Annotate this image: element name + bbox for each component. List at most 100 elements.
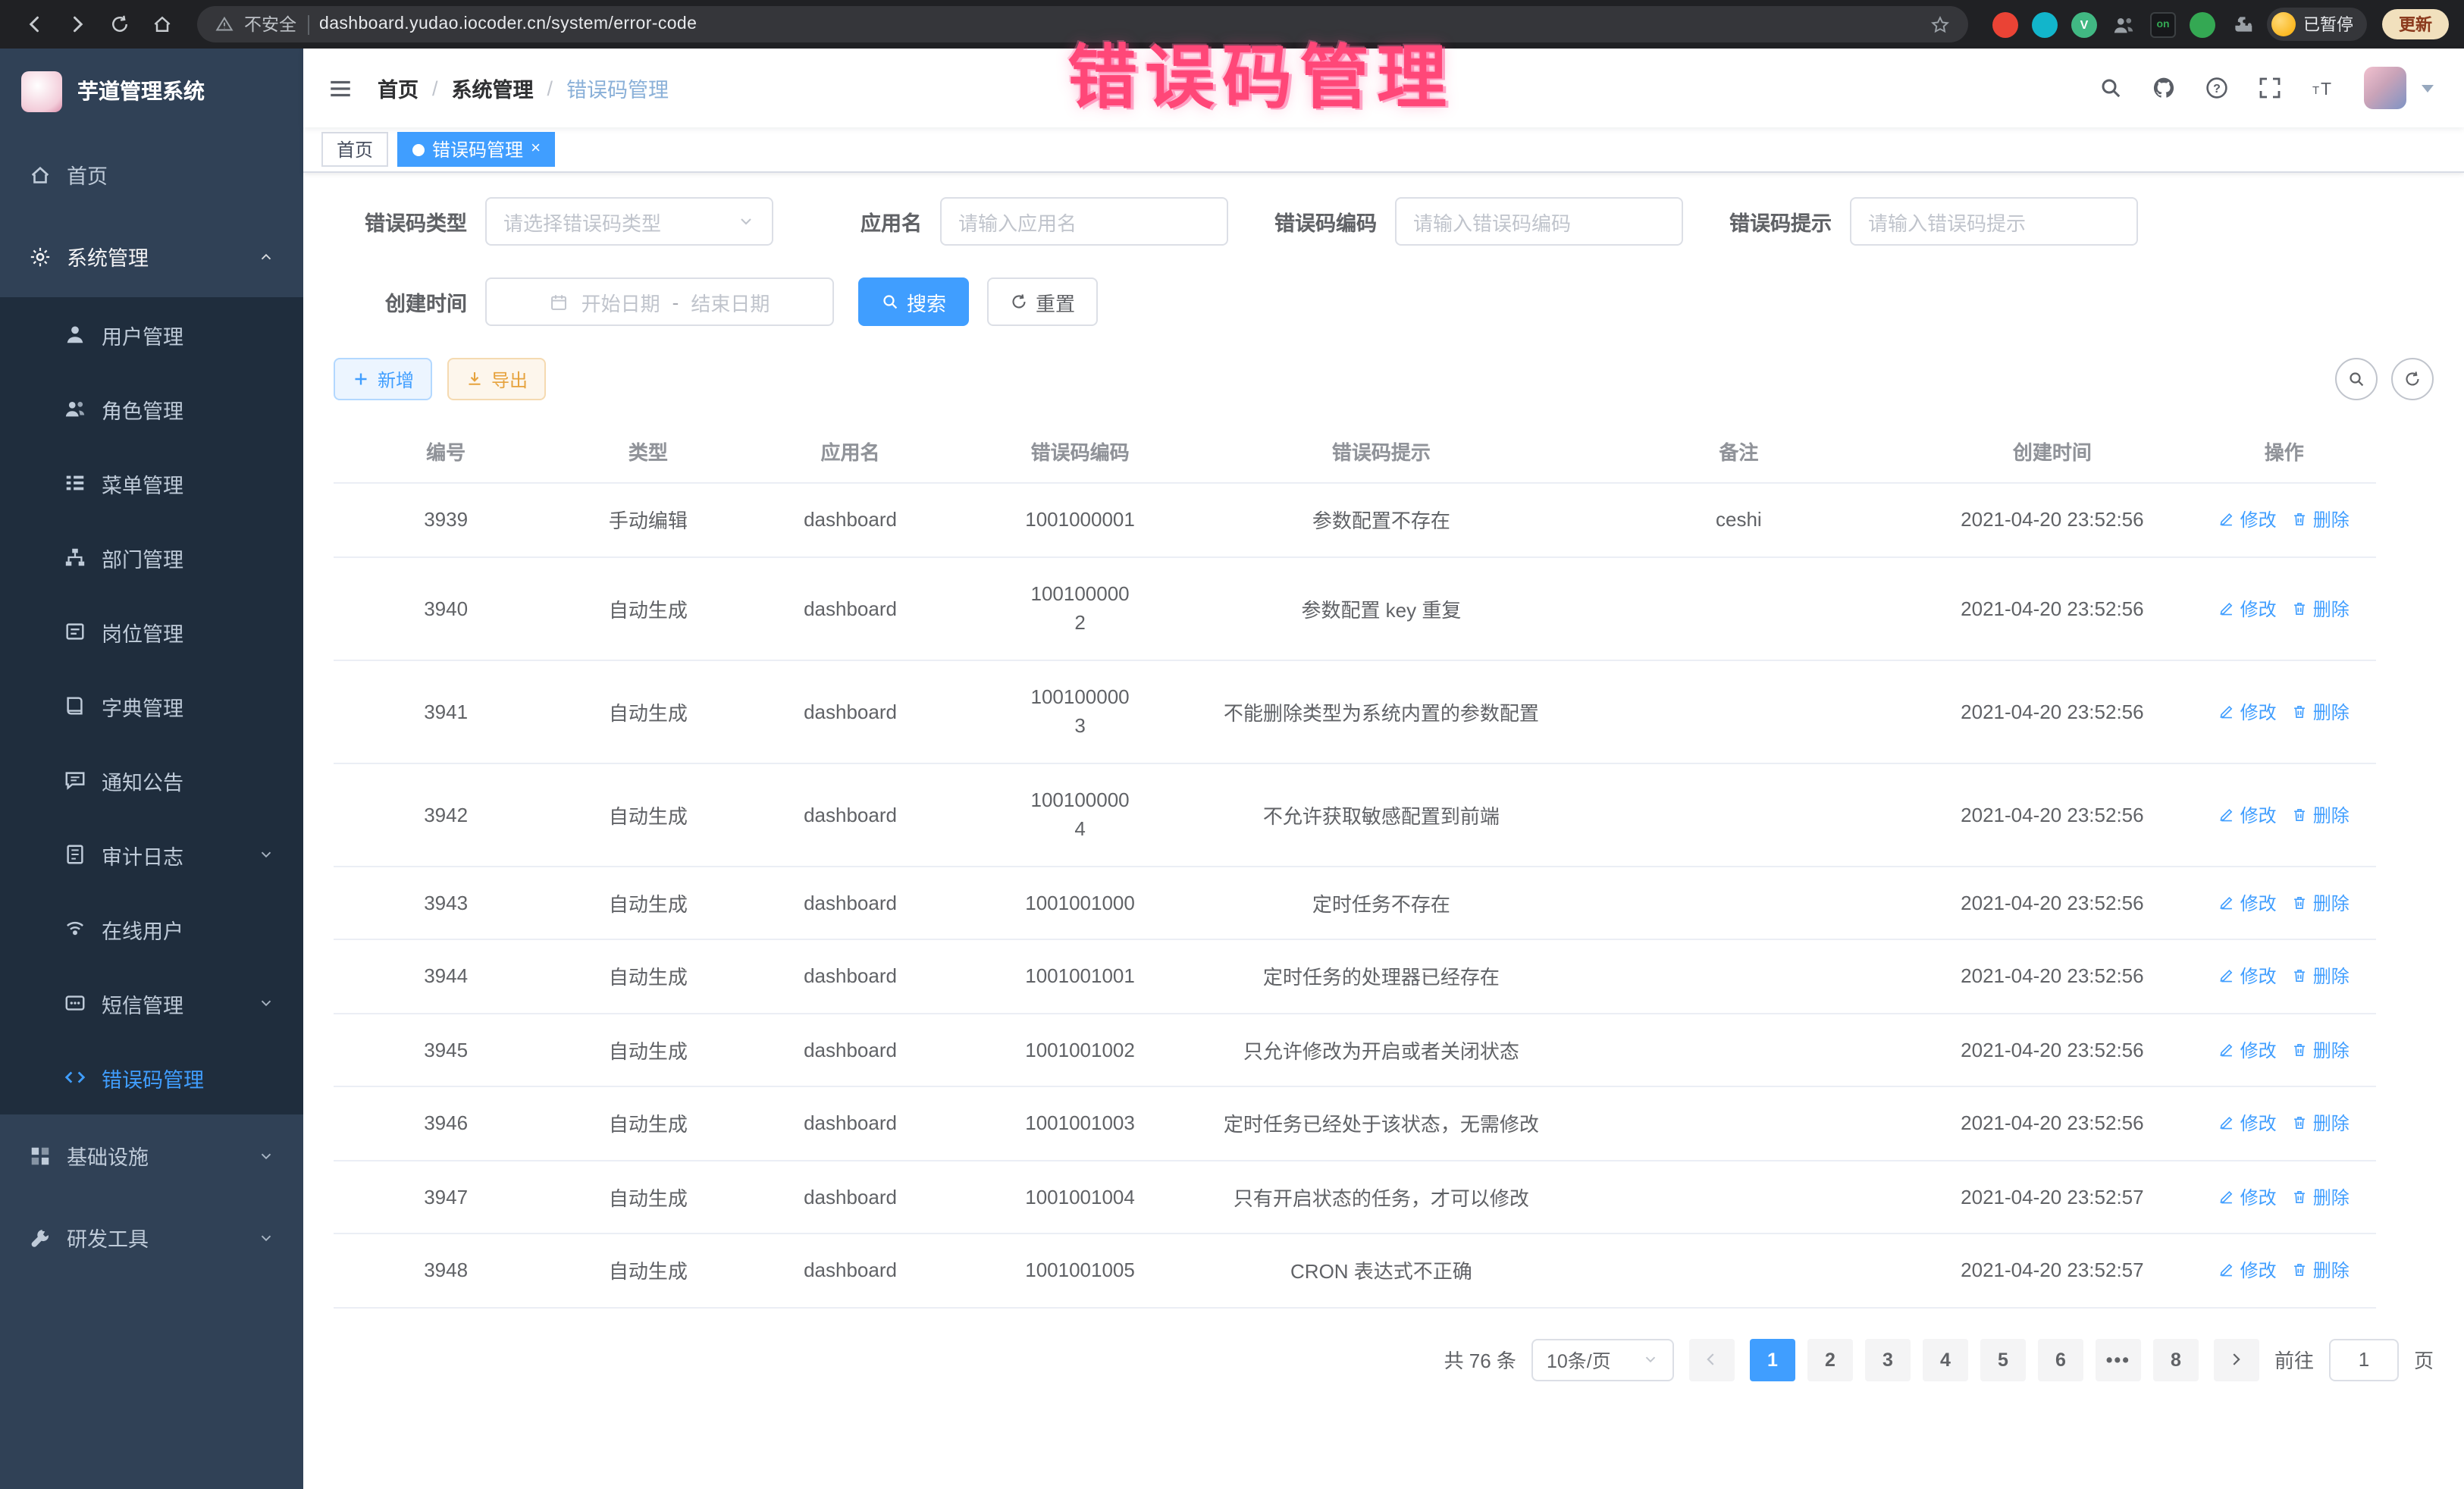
delete-link[interactable]: 删除: [2292, 1184, 2350, 1210]
table-toolbar: 新增 导出: [334, 358, 2434, 400]
sidebar-item-label: 在线用户: [102, 914, 183, 944]
delete-link[interactable]: 删除: [2292, 507, 2350, 533]
error-type-select[interactable]: 请选择错误码类型: [485, 197, 773, 246]
prev-page-button[interactable]: [1689, 1338, 1735, 1381]
sidebar-item-message[interactable]: 通知公告: [0, 743, 303, 817]
breadcrumb-separator: /: [547, 77, 553, 99]
sidebar-item-dict[interactable]: 字典管理: [0, 669, 303, 743]
delete-link[interactable]: 删除: [2292, 595, 2350, 621]
next-page-button[interactable]: [2214, 1338, 2259, 1381]
sidebar-item-log[interactable]: 审计日志: [0, 817, 303, 892]
edit-link[interactable]: 修改: [2219, 698, 2277, 724]
edit-link[interactable]: 修改: [2219, 1037, 2277, 1063]
reset-button[interactable]: 重置: [987, 277, 1098, 326]
edit-link[interactable]: 修改: [2219, 1184, 2277, 1210]
delete-link[interactable]: 删除: [2292, 1037, 2350, 1063]
filter-time-label: 创建时间: [334, 287, 485, 317]
sidebar-item-tree-table[interactable]: 菜单管理: [0, 446, 303, 520]
error-hint-input[interactable]: 请输入错误码提示: [1850, 197, 2138, 246]
tab-error-code[interactable]: 错误码管理 ×: [397, 132, 556, 167]
start-date-placeholder: 开始日期: [582, 287, 660, 316]
update-button[interactable]: 更新: [2382, 9, 2449, 39]
sidebar-item-home[interactable]: 首页: [0, 133, 303, 215]
fullscreen-icon[interactable]: [2258, 76, 2282, 100]
vue-devtools-icon[interactable]: V: [2071, 11, 2097, 37]
profile-paused-chip[interactable]: 已暂停: [2267, 8, 2367, 41]
delete-link[interactable]: 删除: [2292, 890, 2350, 916]
github-icon[interactable]: [2152, 76, 2176, 100]
page-button-5[interactable]: 5: [1980, 1338, 2026, 1381]
error-code-input[interactable]: 请输入错误码编码: [1395, 197, 1683, 246]
edit-icon: [2219, 1262, 2236, 1279]
edit-link[interactable]: 修改: [2219, 1111, 2277, 1136]
export-button[interactable]: 导出: [447, 358, 546, 400]
page-button-3[interactable]: 3: [1865, 1338, 1911, 1381]
sidebar-item-tree[interactable]: 部门管理: [0, 520, 303, 594]
delete-link[interactable]: 删除: [2292, 801, 2350, 827]
forward-icon[interactable]: [58, 5, 97, 44]
page-button-1[interactable]: 1: [1750, 1338, 1795, 1381]
extension-icon-people[interactable]: [2111, 11, 2136, 37]
cell-remark: [1565, 1086, 1912, 1160]
edit-link[interactable]: 修改: [2219, 801, 2277, 827]
extensions-menu-icon[interactable]: [2229, 11, 2255, 37]
edit-link[interactable]: 修改: [2219, 507, 2277, 533]
font-size-icon[interactable]: TT: [2311, 76, 2335, 100]
page-button-4[interactable]: 4: [1923, 1338, 1968, 1381]
toggle-search-button[interactable]: [2335, 358, 2378, 400]
delete-link[interactable]: 删除: [2292, 964, 2350, 989]
plus-icon: [352, 370, 370, 388]
pager-more-button[interactable]: •••: [2096, 1338, 2141, 1381]
breadcrumb-home[interactable]: 首页: [378, 73, 419, 103]
sidebar-item-code[interactable]: 错误码管理: [0, 1040, 303, 1114]
edit-link[interactable]: 修改: [2219, 964, 2277, 989]
home-icon[interactable]: [143, 5, 182, 44]
delete-link[interactable]: 删除: [2292, 1258, 2350, 1284]
page-button-6[interactable]: 6: [2038, 1338, 2083, 1381]
extension-icon-teal[interactable]: [2032, 11, 2058, 37]
address-bar[interactable]: 不安全 dashboard.yudao.iocoder.cn/system/er…: [197, 6, 1968, 42]
goto-page-input[interactable]: [2329, 1338, 2399, 1381]
extension-icon-red[interactable]: [1992, 11, 2018, 37]
breadcrumb-separator: /: [432, 77, 438, 99]
add-button[interactable]: 新增: [334, 358, 432, 400]
hamburger-icon[interactable]: [328, 75, 353, 101]
sidebar-item-sms[interactable]: 短信管理: [0, 966, 303, 1040]
back-icon[interactable]: [15, 5, 55, 44]
svg-text:T: T: [2312, 84, 2319, 97]
refresh-table-button[interactable]: [2391, 358, 2434, 400]
bookmark-star-icon[interactable]: [1930, 14, 1950, 34]
edit-link[interactable]: 修改: [2219, 1258, 2277, 1284]
breadcrumb-system[interactable]: 系统管理: [452, 73, 534, 103]
search-button[interactable]: 搜索: [858, 277, 969, 326]
app-name-input[interactable]: 请输入应用名: [940, 197, 1228, 246]
close-tab-icon[interactable]: ×: [531, 141, 541, 158]
edit-link[interactable]: 修改: [2219, 890, 2277, 916]
extension-icon-green[interactable]: [2190, 11, 2215, 37]
page-button-2[interactable]: 2: [1807, 1338, 1853, 1381]
app-frame: 芋道管理系统 首页系统管理用户管理角色管理菜单管理部门管理岗位管理字典管理通知公…: [0, 49, 2464, 1489]
extension-icon-on[interactable]: on: [2150, 11, 2176, 37]
cell-remark: [1565, 1160, 1912, 1234]
sidebar-item-user[interactable]: 用户管理: [0, 297, 303, 371]
tab-home[interactable]: 首页: [321, 132, 388, 167]
delete-link[interactable]: 删除: [2292, 1111, 2350, 1136]
delete-link[interactable]: 删除: [2292, 698, 2350, 724]
sidebar-item-infra[interactable]: 基础设施: [0, 1114, 303, 1196]
filter-hint-label: 错误码提示: [1698, 206, 1850, 237]
reload-icon[interactable]: [100, 5, 140, 44]
date-range-picker[interactable]: 开始日期 - 结束日期: [485, 277, 834, 326]
logo[interactable]: 芋道管理系统: [0, 49, 303, 133]
search-icon[interactable]: [2099, 76, 2123, 100]
edit-link[interactable]: 修改: [2219, 595, 2277, 621]
sidebar-item-peoples[interactable]: 角色管理: [0, 371, 303, 446]
sidebar-item-post[interactable]: 岗位管理: [0, 594, 303, 669]
sidebar-item-tool[interactable]: 研发工具: [0, 1196, 303, 1278]
help-icon[interactable]: ?: [2205, 76, 2229, 100]
sidebar-item-gear[interactable]: 系统管理: [0, 215, 303, 297]
user-menu[interactable]: [2364, 67, 2440, 109]
page-size-select[interactable]: 10条/页: [1531, 1338, 1674, 1381]
goto-label: 前往: [2274, 1345, 2314, 1374]
page-button-8[interactable]: 8: [2153, 1338, 2199, 1381]
sidebar-item-online[interactable]: 在线用户: [0, 892, 303, 966]
